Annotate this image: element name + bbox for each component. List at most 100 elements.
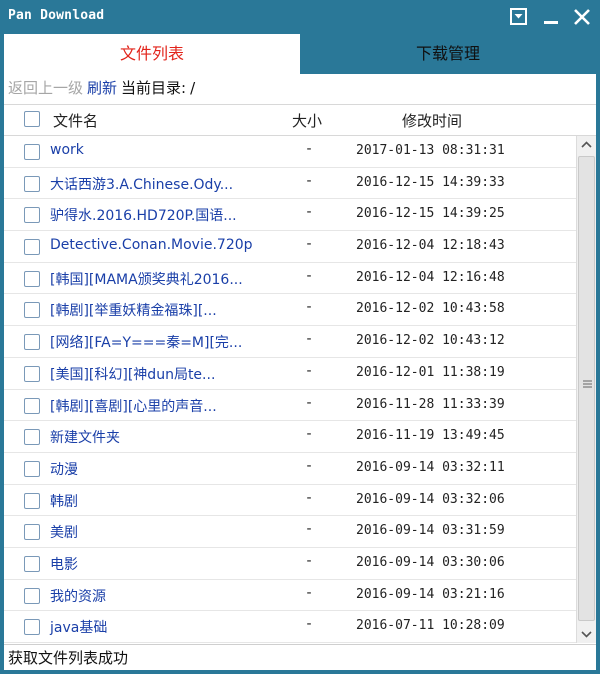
file-modified-time: 2016-11-28 11:33:39 bbox=[356, 396, 505, 412]
row-checkbox[interactable] bbox=[24, 365, 40, 382]
vertical-scrollbar[interactable] bbox=[576, 136, 596, 643]
file-modified-time: 2016-11-19 13:49:45 bbox=[356, 428, 505, 444]
table-row[interactable]: 韩剧 - 2016-09-14 03:32:06 bbox=[4, 485, 576, 517]
table-row[interactable]: 我的资源 - 2016-09-14 03:21:16 bbox=[4, 580, 576, 612]
file-name[interactable]: 美剧 bbox=[50, 522, 78, 542]
window-title: Pan Download bbox=[8, 8, 105, 23]
table-row[interactable]: 驴得水.2016.HD720P.国语... - 2016-12-15 14:39:2… bbox=[4, 199, 576, 232]
file-size: - bbox=[306, 584, 312, 601]
scroll-up-icon[interactable] bbox=[577, 136, 596, 154]
file-modified-time: 2016-12-01 11:38:19 bbox=[356, 364, 505, 380]
title-bar[interactable]: Pan Download bbox=[0, 0, 600, 34]
file-modified-time: 2016-12-04 12:16:48 bbox=[356, 269, 505, 285]
app-window: Pan Download 文件列表 下载管理 返回上一级 刷新 当前目录: / 文件名… bbox=[0, 0, 600, 674]
row-checkbox[interactable] bbox=[24, 397, 40, 414]
file-modified-time: 2016-07-11 10:28:09 bbox=[356, 618, 505, 634]
file-modified-time: 2016-09-14 03:31:59 bbox=[356, 523, 505, 539]
file-size: - bbox=[306, 616, 312, 633]
row-checkbox[interactable] bbox=[24, 492, 40, 509]
row-checkbox[interactable] bbox=[24, 175, 40, 192]
file-size: - bbox=[306, 204, 312, 221]
table-row[interactable]: [网络][FA=Y===秦=M][完... - 2016-12-02 10:43:1… bbox=[4, 326, 576, 358]
file-modified-time: 2016-09-14 03:21:16 bbox=[356, 586, 505, 602]
menu-dropdown-icon[interactable] bbox=[508, 6, 530, 28]
file-size: - bbox=[306, 552, 312, 569]
file-name[interactable]: 我的资源 bbox=[50, 586, 106, 606]
table-row[interactable]: [韩剧][喜剧][心里的声音... - 2016-11-28 11:33:39 bbox=[4, 390, 576, 422]
scroll-down-icon[interactable] bbox=[577, 625, 596, 643]
file-size: - bbox=[306, 267, 312, 284]
tab-file-list[interactable]: 文件列表 bbox=[4, 34, 300, 74]
status-bar: 获取文件列表成功 bbox=[4, 644, 596, 670]
row-checkbox[interactable] bbox=[24, 239, 40, 256]
row-checkbox[interactable] bbox=[24, 587, 40, 604]
row-checkbox[interactable] bbox=[24, 270, 40, 287]
file-size: - bbox=[306, 394, 312, 411]
table-row[interactable]: 美剧 - 2016-09-14 03:31:59 bbox=[4, 516, 576, 548]
tab-bar: 文件列表 下载管理 bbox=[4, 34, 596, 74]
file-modified-time: 2016-12-02 10:43:12 bbox=[356, 333, 505, 349]
file-modified-time: 2017-01-13 08:31:31 bbox=[356, 143, 505, 158]
file-name[interactable]: 大话西游3.A.Chinese.Ody... bbox=[50, 174, 233, 194]
file-name[interactable]: 新建文件夹 bbox=[50, 427, 120, 447]
row-checkbox[interactable] bbox=[24, 429, 40, 446]
file-name[interactable]: 电影 bbox=[50, 554, 78, 574]
close-icon[interactable] bbox=[571, 6, 593, 28]
file-size: - bbox=[306, 172, 312, 189]
table-row[interactable]: 电影 - 2016-09-14 03:30:06 bbox=[4, 548, 576, 580]
row-checkbox[interactable] bbox=[24, 555, 40, 572]
file-size: - bbox=[306, 141, 312, 157]
file-name[interactable]: 驴得水.2016.HD720P.国语... bbox=[50, 205, 237, 225]
grip-icon bbox=[583, 380, 592, 388]
row-checkbox[interactable] bbox=[24, 302, 40, 319]
file-size: - bbox=[306, 236, 312, 253]
row-checkbox[interactable] bbox=[24, 144, 40, 160]
row-checkbox[interactable] bbox=[24, 524, 40, 541]
table-row[interactable]: [韩剧][举重妖精金福珠][... - 2016-12-02 10:43:58 bbox=[4, 294, 576, 327]
select-all-checkbox[interactable] bbox=[24, 111, 40, 127]
tab-download-manager[interactable]: 下载管理 bbox=[300, 34, 596, 74]
file-name[interactable]: Detective.Conan.Movie.720p bbox=[50, 237, 253, 253]
main-panel: 文件列表 下载管理 返回上一级 刷新 当前目录: / 文件名 大小 修改时间 work… bbox=[4, 34, 596, 670]
file-modified-time: 2016-09-14 03:32:06 bbox=[356, 491, 505, 507]
table-row[interactable]: [美国][科幻][神dun局te... - 2016-12-01 11:38:19 bbox=[4, 358, 576, 390]
file-name[interactable]: 动漫 bbox=[50, 459, 78, 479]
file-size: - bbox=[306, 362, 312, 379]
file-modified-time: 2016-12-15 14:39:25 bbox=[356, 206, 505, 222]
table-row[interactable]: Detective.Conan.Movie.720p - 2016-12-04 12… bbox=[4, 231, 576, 263]
file-name[interactable]: [韩剧][喜剧][心里的声音... bbox=[50, 396, 217, 416]
file-size: - bbox=[306, 331, 312, 348]
table-row[interactable]: [韩国][MAMA颁奖典礼2016... - 2016-12-04 12:16:48 bbox=[4, 263, 576, 295]
file-size: - bbox=[306, 426, 312, 443]
row-checkbox[interactable] bbox=[24, 334, 40, 351]
file-name[interactable]: [美国][科幻][神dun局te... bbox=[50, 364, 215, 384]
table-row[interactable]: 动漫 - 2016-09-14 03:32:11 bbox=[4, 453, 576, 485]
scrollbar-thumb[interactable] bbox=[578, 156, 595, 621]
table-row[interactable]: 大话西游3.A.Chinese.Ody... - 2016-12-15 14:39:… bbox=[4, 168, 576, 200]
path-bar: 返回上一级 刷新 当前目录: / bbox=[4, 74, 596, 102]
file-modified-time: 2016-12-02 10:43:58 bbox=[356, 301, 505, 317]
file-modified-time: 2016-09-14 03:30:06 bbox=[356, 554, 505, 570]
row-checkbox[interactable] bbox=[24, 619, 40, 636]
file-name[interactable]: [网络][FA=Y===秦=M][完... bbox=[50, 332, 242, 352]
table-row[interactable]: work - 2017-01-13 08:31:31 bbox=[4, 136, 576, 168]
file-size: - bbox=[306, 489, 312, 506]
file-modified-time: 2016-09-14 03:32:11 bbox=[356, 459, 505, 475]
file-list: work - 2017-01-13 08:31:31 大话西游3.A.Chinese… bbox=[4, 136, 576, 643]
column-header-name[interactable]: 文件名 bbox=[53, 110, 98, 131]
current-directory-label: 当前目录: bbox=[121, 79, 187, 97]
file-name[interactable]: [韩剧][举重妖精金福珠][... bbox=[50, 300, 217, 320]
go-up-link[interactable]: 返回上一级 bbox=[8, 74, 83, 102]
column-header-size[interactable]: 大小 bbox=[292, 110, 322, 131]
file-name[interactable]: java基础 bbox=[50, 617, 107, 637]
file-name[interactable]: [韩国][MAMA颁奖典礼2016... bbox=[50, 269, 243, 289]
row-checkbox[interactable] bbox=[24, 207, 40, 224]
file-name[interactable]: work bbox=[50, 142, 84, 158]
refresh-link[interactable]: 刷新 bbox=[87, 74, 117, 102]
minimize-icon[interactable] bbox=[540, 6, 562, 28]
table-row[interactable]: 新建文件夹 - 2016-11-19 13:49:45 bbox=[4, 421, 576, 453]
table-row[interactable]: java基础 - 2016-07-11 10:28:09 bbox=[4, 611, 576, 643]
row-checkbox[interactable] bbox=[24, 460, 40, 477]
column-header-modified[interactable]: 修改时间 bbox=[402, 110, 462, 131]
file-name[interactable]: 韩剧 bbox=[50, 491, 78, 511]
